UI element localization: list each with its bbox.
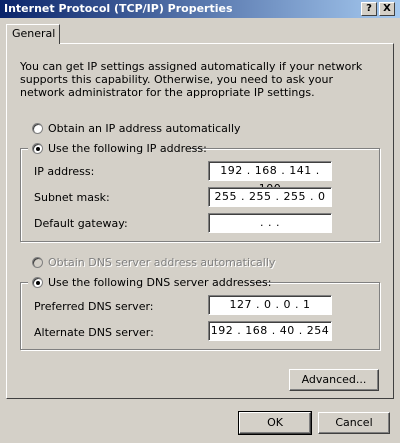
subnet-mask-field[interactable]: 255 . 255 . 255 . 0 bbox=[208, 187, 332, 207]
preferred-dns-field[interactable]: 127 . 0 . 0 . 1 bbox=[208, 295, 332, 315]
obtain-dns-automatically-label[interactable]: Obtain DNS server address automatically bbox=[48, 256, 275, 269]
window-title: Internet Protocol (TCP/IP) Properties bbox=[4, 2, 233, 15]
ip-address-field[interactable]: 192 . 168 . 141 . 100 bbox=[208, 161, 332, 195]
description-text: You can get IP settings assigned automat… bbox=[20, 60, 363, 99]
preferred-dns-label: Preferred DNS server: bbox=[34, 300, 154, 313]
use-following-dns-radio[interactable] bbox=[32, 277, 43, 288]
default-gateway-field[interactable]: . . . bbox=[208, 213, 332, 233]
close-button[interactable]: X bbox=[379, 2, 395, 16]
obtain-ip-automatically-label[interactable]: Obtain an IP address automatically bbox=[48, 122, 241, 135]
subnet-mask-label: Subnet mask: bbox=[34, 191, 110, 204]
use-following-dns-label[interactable]: Use the following DNS server addresses: bbox=[48, 276, 271, 289]
default-gateway-label: Default gateway: bbox=[34, 217, 128, 230]
tab-general-label: General bbox=[12, 27, 56, 40]
alternate-dns-field[interactable]: 192 . 168 . 40 . 254 bbox=[208, 321, 332, 341]
obtain-dns-automatically-radio[interactable] bbox=[32, 257, 43, 268]
cancel-button[interactable]: Cancel bbox=[318, 412, 390, 434]
use-following-ip-label[interactable]: Use the following IP address: bbox=[48, 142, 207, 155]
ip-address-label: IP address: bbox=[34, 165, 95, 178]
obtain-ip-automatically-radio[interactable] bbox=[32, 123, 43, 134]
advanced-button[interactable]: Advanced... bbox=[289, 369, 379, 391]
ok-button[interactable]: OK bbox=[238, 411, 312, 435]
use-following-ip-radio[interactable] bbox=[32, 143, 43, 154]
help-button[interactable]: ? bbox=[361, 2, 377, 16]
tab-general[interactable]: General bbox=[6, 24, 60, 44]
title-bar: Internet Protocol (TCP/IP) Properties ? … bbox=[0, 0, 400, 18]
alternate-dns-label: Alternate DNS server: bbox=[34, 326, 154, 339]
